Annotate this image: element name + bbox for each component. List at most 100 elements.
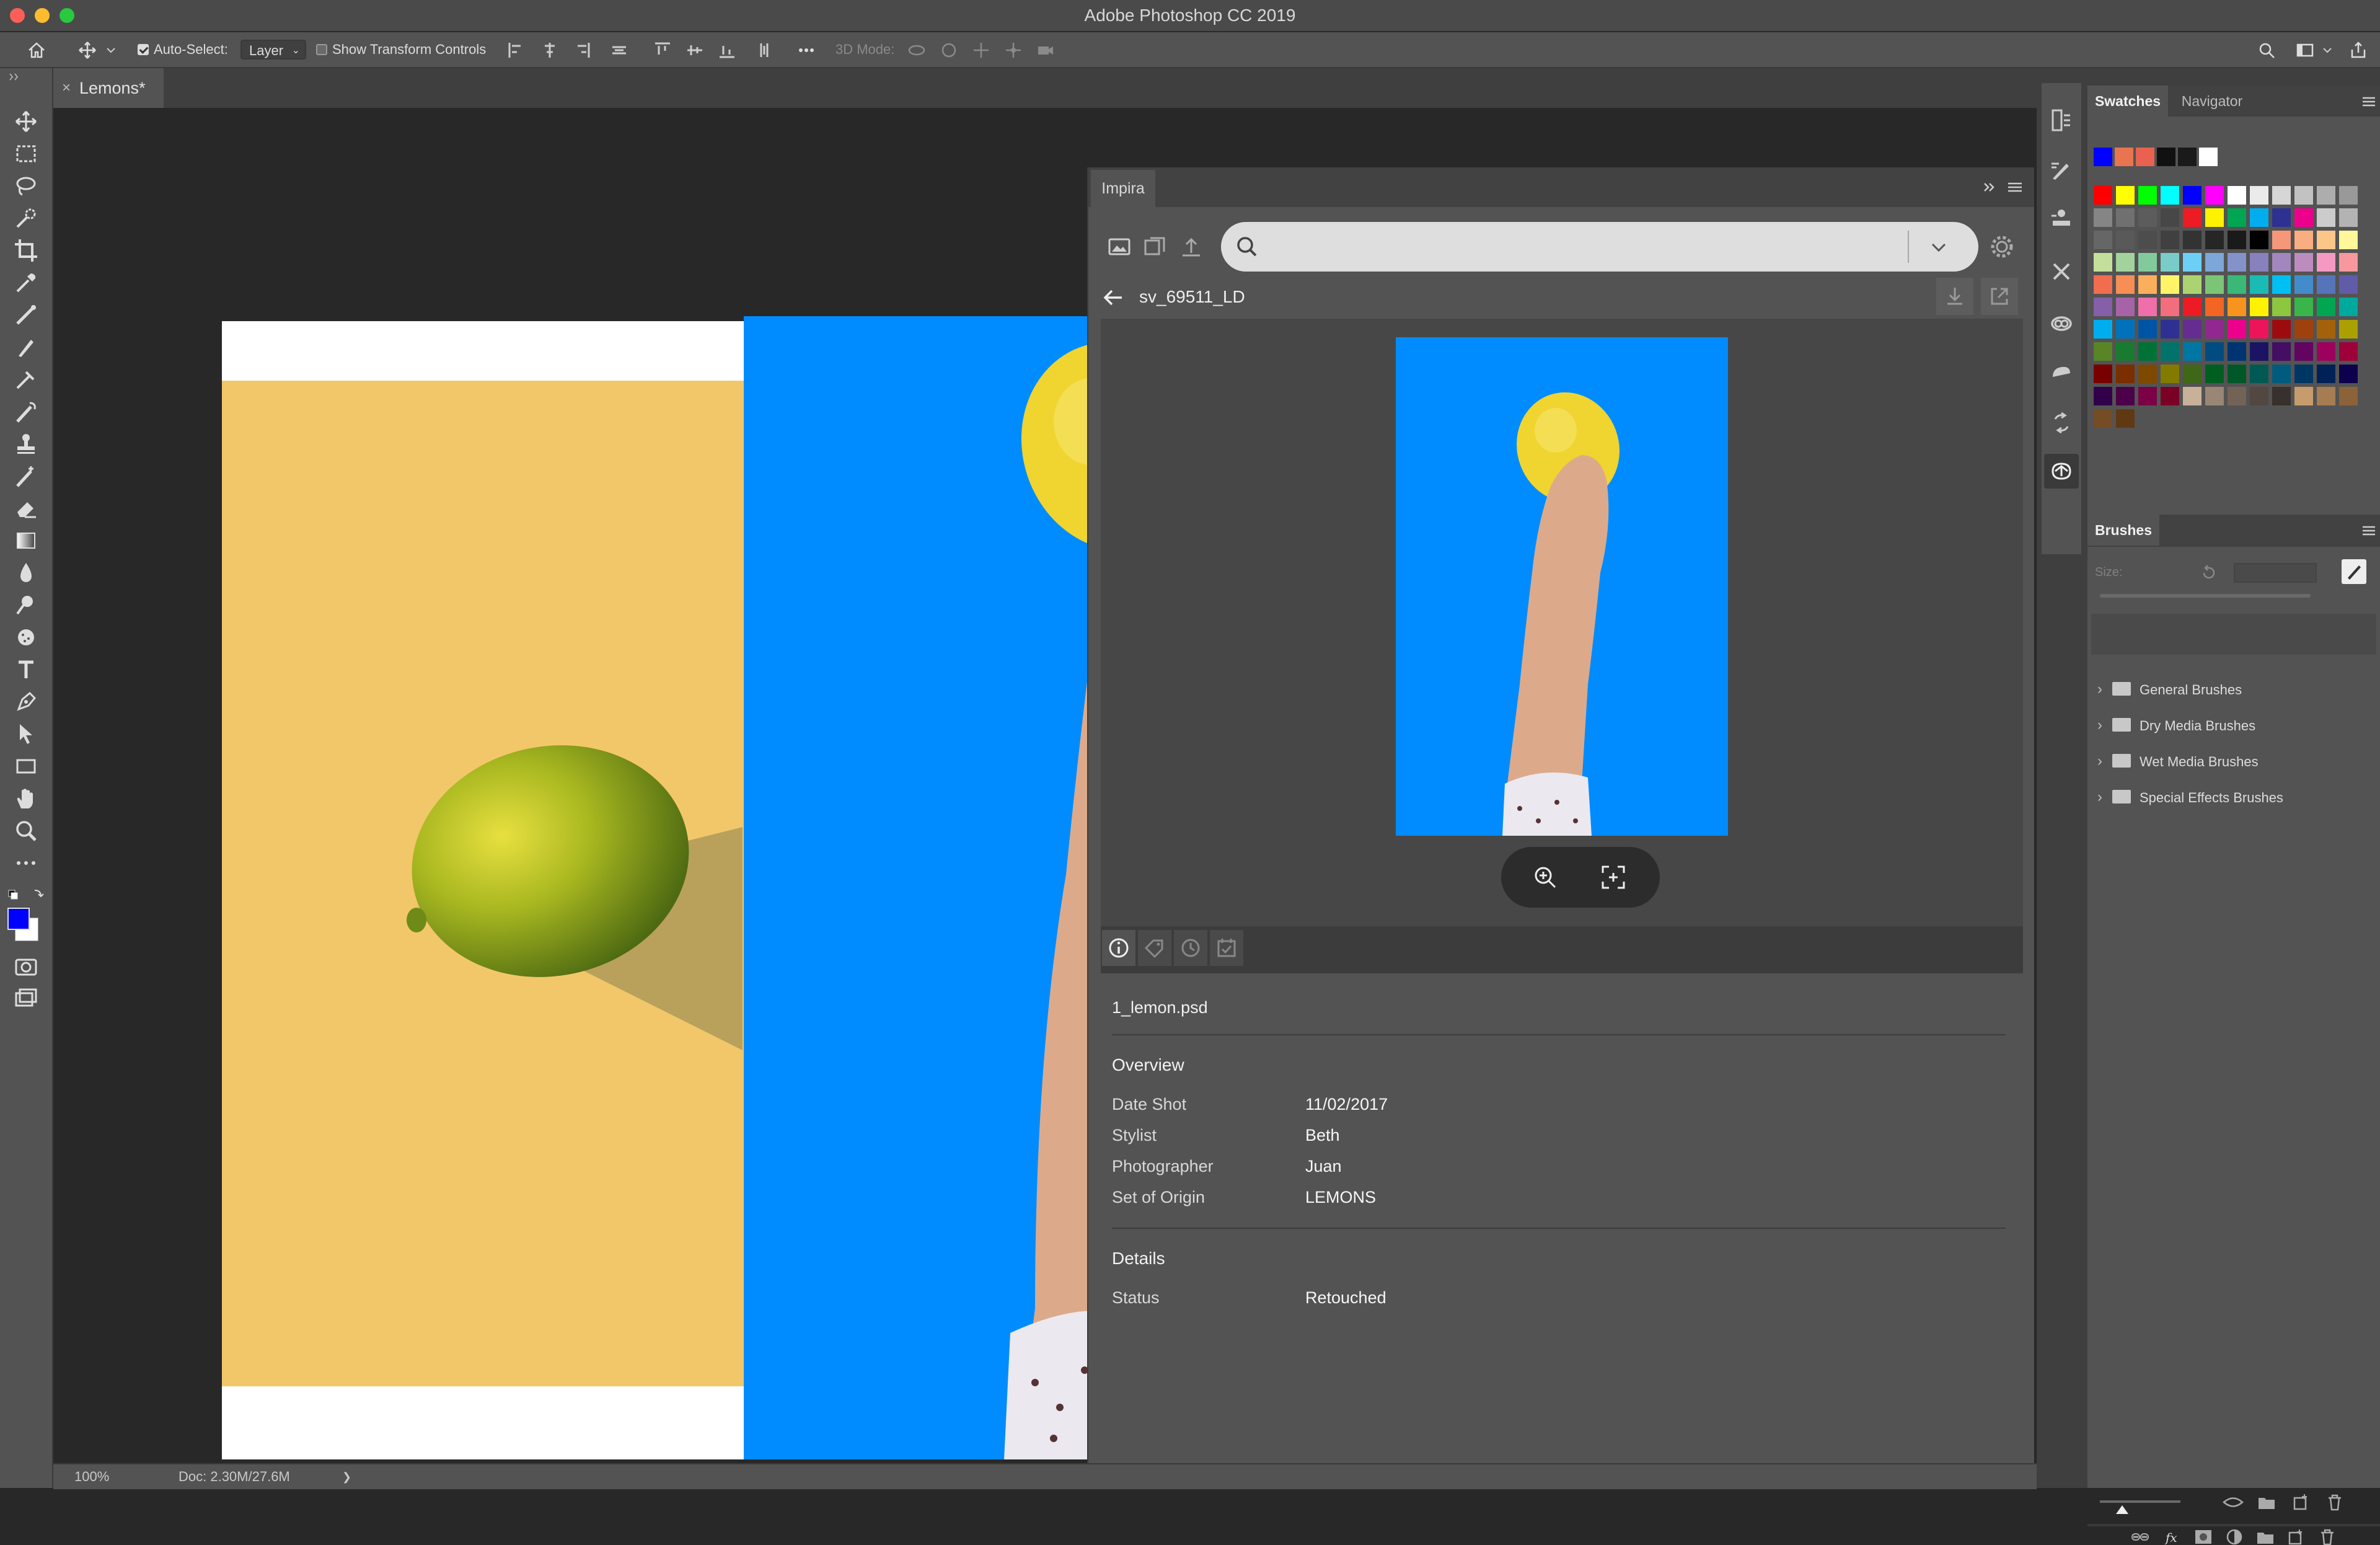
tab-info[interactable] (1102, 930, 1135, 966)
color-swatch[interactable] (2339, 365, 2358, 383)
color-swatch[interactable] (2339, 320, 2358, 339)
color-swatch[interactable] (2161, 298, 2179, 316)
color-swatch[interactable] (2183, 320, 2202, 339)
color-swatch[interactable] (2250, 320, 2268, 339)
color-swatch[interactable] (2272, 320, 2291, 339)
color-swatch[interactable] (2228, 320, 2246, 339)
fit-screen-icon[interactable] (1600, 864, 1626, 890)
color-swatch[interactable] (2138, 298, 2157, 316)
move-tool-icon[interactable] (78, 41, 97, 60)
document-canvas-right[interactable] (744, 316, 1140, 1459)
new-group-icon[interactable] (2256, 1529, 2275, 1545)
color-swatch[interactable] (2294, 275, 2313, 294)
edit-toolbar-icon[interactable] (14, 851, 38, 875)
download-button[interactable] (1936, 278, 1973, 315)
panel-menu-icon[interactable] (2006, 179, 2024, 196)
auto-select-dropdown[interactable]: Layer ⌄ (240, 40, 306, 60)
tab-brushes[interactable]: Brushes (2087, 515, 2159, 546)
chevron-right-icon[interactable]: › (2097, 681, 2102, 698)
distribute-horizontal-icon[interactable] (610, 41, 628, 60)
color-swatch[interactable] (2339, 275, 2358, 294)
foreground-color-swatch[interactable] (7, 908, 30, 930)
color-swatch[interactable] (2205, 365, 2224, 383)
zoom-tool-icon[interactable] (14, 818, 38, 843)
color-swatch[interactable] (2161, 320, 2179, 339)
color-swatch[interactable] (2161, 208, 2179, 227)
color-swatch[interactable] (2272, 186, 2291, 205)
back-arrow-icon[interactable] (1101, 285, 1126, 310)
color-swatch[interactable] (2138, 275, 2157, 294)
color-swatch[interactable] (2116, 231, 2135, 249)
adjustment-layer-icon[interactable] (2225, 1529, 2244, 1545)
color-swatch[interactable] (2205, 387, 2224, 405)
default-colors-icon[interactable] (6, 887, 46, 901)
blur-tool-icon[interactable] (14, 560, 38, 585)
color-swatch[interactable] (2272, 275, 2291, 294)
color-swatch[interactable] (2183, 253, 2202, 272)
color-swatch[interactable] (2317, 275, 2335, 294)
color-swatch[interactable] (2272, 387, 2291, 405)
color-swatch[interactable] (2272, 231, 2291, 249)
color-swatch[interactable] (2228, 387, 2246, 405)
path-selection-tool-icon[interactable] (14, 722, 38, 746)
search-icon[interactable] (2257, 41, 2276, 60)
collapse-icon[interactable] (6, 71, 25, 83)
home-icon[interactable] (27, 41, 46, 60)
art-history-brush-icon[interactable] (14, 464, 38, 489)
panel-menu-icon[interactable] (2360, 523, 2378, 538)
color-swatch[interactable] (2094, 298, 2112, 316)
color-swatch[interactable] (2272, 253, 2291, 272)
color-swatch[interactable] (2161, 186, 2179, 205)
tab-swatches[interactable]: Swatches (2087, 86, 2168, 117)
chevron-right-icon[interactable]: › (2097, 789, 2102, 806)
color-swatch[interactable] (2228, 186, 2246, 205)
toggle-visibility-icon[interactable] (2223, 1493, 2244, 1512)
crop-tool-icon[interactable] (14, 238, 38, 263)
field-value[interactable]: 11/02/2017 (1305, 1095, 1388, 1114)
color-swatch[interactable] (2161, 253, 2179, 272)
quick-mask-icon[interactable] (14, 955, 38, 980)
clone-source-icon[interactable] (2049, 207, 2074, 232)
gear-icon[interactable] (1988, 233, 2016, 260)
color-swatch[interactable] (2205, 186, 2224, 205)
reset-icon[interactable] (2199, 563, 2219, 583)
search-input[interactable] (1267, 231, 1895, 264)
color-swatch[interactable] (2294, 231, 2313, 249)
open-external-button[interactable] (1981, 278, 2018, 315)
screen-mode-icon[interactable] (14, 987, 38, 1012)
tab-tags[interactable] (1138, 930, 1171, 966)
color-swatch[interactable] (2138, 186, 2157, 205)
color-swatch[interactable] (2250, 275, 2268, 294)
color-swatch[interactable] (2317, 231, 2335, 249)
color-swatch[interactable] (2272, 342, 2291, 361)
zoom-level[interactable]: 100% (74, 1464, 109, 1489)
chevron-right-icon[interactable]: › (2097, 717, 2102, 734)
hand-tool-icon[interactable] (14, 786, 38, 811)
color-swatch[interactable] (2339, 231, 2358, 249)
more-options-icon[interactable] (797, 41, 816, 60)
impira-panel-toggle[interactable] (2044, 454, 2079, 489)
color-swatch[interactable] (2317, 298, 2335, 316)
brush-group[interactable]: › Wet Media Brushes (2087, 744, 2380, 780)
color-swatch[interactable] (2250, 231, 2268, 249)
color-swatch[interactable] (2094, 208, 2112, 227)
brush-settings-button[interactable] (2342, 559, 2366, 584)
clone-stamp-tool-icon[interactable] (14, 367, 38, 392)
align-bottom-icon[interactable] (718, 41, 736, 60)
type-tool-icon[interactable] (14, 657, 38, 682)
color-swatch[interactable] (2116, 208, 2135, 227)
color-swatch[interactable] (2094, 320, 2112, 339)
image-icon[interactable] (1107, 234, 1132, 259)
collections-icon[interactable] (1143, 234, 1168, 259)
show-transform-checkbox[interactable] (316, 44, 327, 55)
recent-swatch[interactable] (2199, 148, 2218, 166)
share-icon[interactable] (2349, 41, 2368, 60)
recent-swatch[interactable] (2178, 148, 2197, 166)
color-swatch[interactable] (2250, 298, 2268, 316)
slider-thumb-icon[interactable] (2115, 1503, 2130, 1515)
color-swatch[interactable] (2116, 409, 2135, 428)
brush-size-slider[interactable] (2100, 1500, 2180, 1503)
sync-icon[interactable] (2049, 410, 2074, 435)
color-swatch[interactable] (2294, 320, 2313, 339)
adobe-stock-icon[interactable] (2049, 360, 2074, 384)
